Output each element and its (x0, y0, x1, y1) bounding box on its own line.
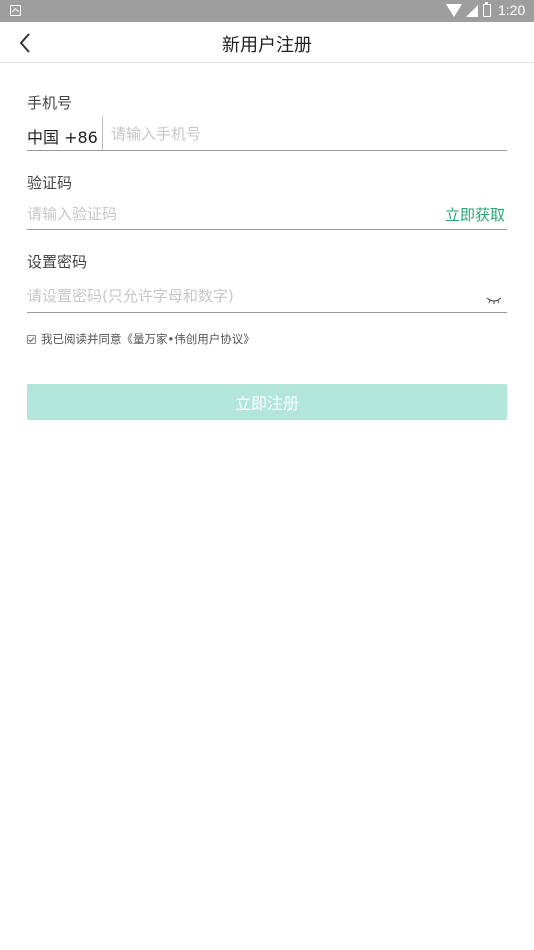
battery-icon (483, 2, 491, 17)
wifi-icon (446, 4, 462, 17)
status-bar: 1:20 (0, 0, 534, 22)
phone-underline (27, 150, 507, 151)
code-input[interactable] (27, 204, 427, 224)
register-button-label: 立即注册 (234, 394, 299, 413)
password-underline (27, 312, 507, 313)
agreement-checkbox[interactable] (27, 335, 36, 344)
divider (102, 116, 103, 150)
country-code-selector[interactable]: 中国 +86 (27, 124, 98, 148)
password-label: 设置密码 (27, 253, 88, 271)
code-underline (27, 229, 507, 230)
app-notification-icon (10, 5, 21, 16)
nav-bar: 新用户注册 (0, 22, 534, 63)
phone-input[interactable] (111, 124, 501, 144)
get-code-button[interactable]: 立即获取 (445, 204, 505, 225)
eye-closed-icon[interactable] (486, 295, 502, 305)
agreement-text[interactable]: 我已阅读并同意《量万家•伟创用户协议》 (41, 331, 255, 347)
signal-icon (466, 5, 478, 17)
code-label: 验证码 (27, 174, 73, 192)
register-button[interactable]: 立即注册 (27, 384, 507, 420)
status-time: 1:20 (498, 2, 526, 18)
password-input[interactable] (27, 286, 467, 306)
phone-label: 手机号 (27, 94, 73, 112)
page-title: 新用户注册 (222, 35, 312, 56)
